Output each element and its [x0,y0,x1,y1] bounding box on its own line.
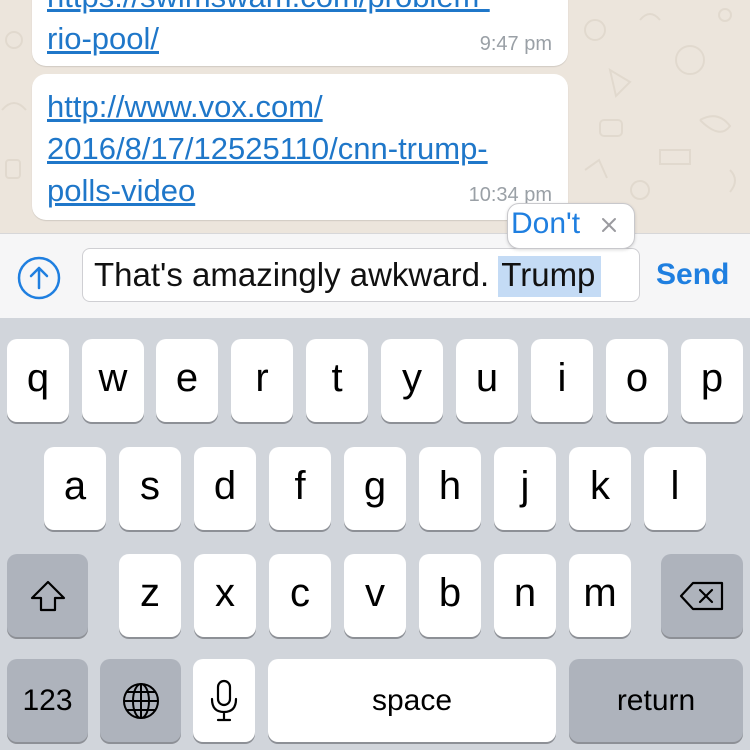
key-i[interactable]: i [531,339,593,422]
key-y[interactable]: y [381,339,443,422]
globe-key[interactable] [100,659,181,742]
message-input-bar: That's amazingly awkward. Trump Send [0,233,750,319]
key-label: u [475,356,499,400]
message-bubble: http://www.vox.com/ 2016/8/17/12525110/c… [32,74,568,220]
key-k[interactable]: k [569,447,631,530]
key-u[interactable]: u [456,339,518,422]
backspace-icon [679,581,724,610]
key-a[interactable]: a [44,447,106,530]
key-label: e [175,356,199,400]
key-label: x [215,571,235,615]
key-label: g [363,464,387,508]
key-e[interactable]: e [156,339,218,422]
key-label: j [520,464,530,508]
key-j[interactable]: j [494,447,556,530]
key-z[interactable]: z [119,554,181,637]
key-label: s [140,464,160,508]
key-label: n [513,571,537,615]
key-p[interactable]: p [681,339,743,422]
send-button[interactable]: Send [656,258,729,292]
key-m[interactable]: m [569,554,631,637]
key-v[interactable]: v [344,554,406,637]
link-line[interactable]: rio-pool/ [47,21,159,56]
key-r[interactable]: r [231,339,293,422]
key-label: r [255,356,269,400]
microphone-icon [210,679,238,721]
link-line[interactable]: 2016/8/17/12525110/cnn-trump- [47,131,488,166]
typed-text: That's amazingly awkward. Trump [94,255,602,297]
key-label: b [438,571,462,615]
key-label: a [63,464,87,508]
key-o[interactable]: o [606,339,668,422]
key-g[interactable]: g [344,447,406,530]
share-arrow-up-icon[interactable] [16,255,62,301]
selected-word[interactable]: Trump [498,256,602,297]
key-label: t [331,356,343,400]
key-label: h [438,464,462,508]
key-label: p [700,356,724,400]
key-x[interactable]: x [194,554,256,637]
key-label: m [583,571,617,615]
delete-key[interactable] [661,554,743,637]
key-d[interactable]: d [194,447,256,530]
numbers-key[interactable]: 123 [7,659,88,742]
close-x-icon[interactable] [599,215,619,235]
key-label: z [140,571,160,615]
link-line[interactable]: http://www.vox.com/ [47,89,323,124]
microphone-key[interactable] [193,659,255,742]
key-label: y [402,356,422,400]
key-f[interactable]: f [269,447,331,530]
shift-arrow-icon [30,580,65,611]
key-label: v [365,571,385,615]
chat-area: https://swimswam.com/problem- rio-pool/ … [0,0,750,233]
key-label: o [625,356,649,400]
key-c[interactable]: c [269,554,331,637]
message-link[interactable]: https://swimswam.com/problem- rio-pool/ [47,0,490,60]
key-t[interactable]: t [306,339,368,422]
message-timestamp: 9:47 pm [479,33,552,55]
message-input[interactable]: That's amazingly awkward. Trump [82,248,640,302]
key-label: f [294,464,306,508]
key-b[interactable]: b [419,554,481,637]
key-s[interactable]: s [119,447,181,530]
message-link[interactable]: http://www.vox.com/ 2016/8/17/12525110/c… [47,86,488,212]
key-label: d [213,464,237,508]
typed-text-before: That's amazingly awkward. [94,256,499,293]
return-key[interactable]: return [569,659,743,742]
autocorrect-suggestion[interactable]: Don't [507,203,635,249]
message-bubble: https://swimswam.com/problem- rio-pool/ … [32,0,568,66]
globe-icon [122,682,159,719]
key-label: i [557,356,567,400]
key-label: q [26,356,50,400]
key-n[interactable]: n [494,554,556,637]
keyboard: q w e r t y u i o p a s d f g h j k l z … [0,318,750,750]
shift-key[interactable] [7,554,88,637]
key-q[interactable]: q [7,339,69,422]
space-key[interactable]: space [268,659,556,742]
link-line[interactable]: polls-video [47,173,195,208]
key-label: k [590,464,610,508]
key-label: c [290,571,310,615]
key-w[interactable]: w [82,339,144,422]
link-line[interactable]: https://swimswam.com/problem- [47,0,490,14]
key-label: l [670,464,680,508]
key-l[interactable]: l [644,447,706,530]
key-label: w [98,356,128,400]
key-h[interactable]: h [419,447,481,530]
autocorrect-word[interactable]: Don't [511,207,580,241]
